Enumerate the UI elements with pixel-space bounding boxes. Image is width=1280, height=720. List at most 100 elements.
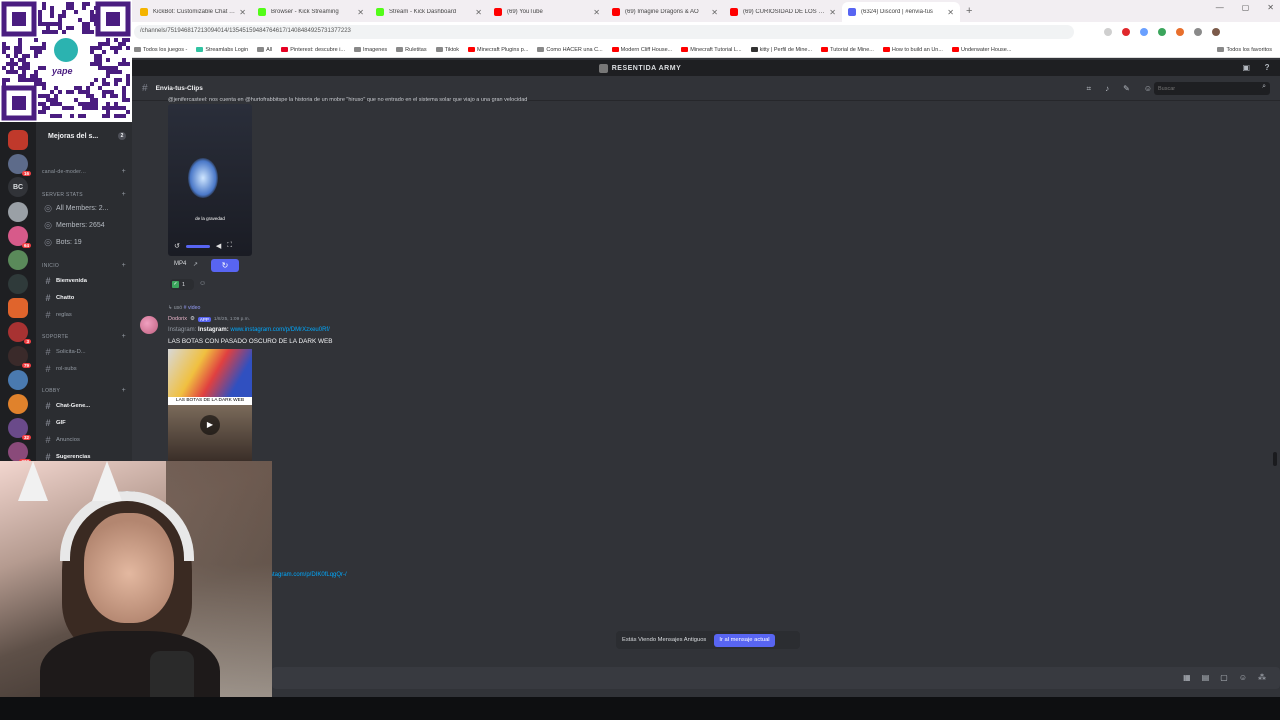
add-channel-icon[interactable]: + <box>122 387 126 394</box>
channel-item[interactable]: # Bienvenida <box>42 273 130 288</box>
bookmark-item[interactable]: Imagenes <box>354 47 387 53</box>
avatar[interactable] <box>140 316 158 334</box>
minimize-icon[interactable]: — <box>1216 3 1224 12</box>
close-window-icon[interactable]: ✕ <box>1267 3 1274 12</box>
server-icon-purple2[interactable]: 222 <box>8 442 31 464</box>
browser-tab[interactable]: (69) YouTube ✕ <box>488 2 606 22</box>
add-reaction-icon[interactable]: ☺ <box>199 280 206 287</box>
channel-item[interactable]: # Anuncios <box>42 432 130 447</box>
server-icon-purple[interactable]: 32 <box>8 418 31 440</box>
video-attachment[interactable]: de la gravedad ↺ ◀ ⛶ <box>168 104 252 256</box>
bookmark-item[interactable]: All <box>257 47 272 53</box>
bookmark-item[interactable]: Minecraft Tutorial L... <box>681 47 742 53</box>
reaction-checkmark[interactable]: ✓ 1 <box>170 279 194 290</box>
jump-to-present-button[interactable]: Ir al mensaje actual <box>714 633 775 647</box>
bookmark-item[interactable]: Minecraft Plugins p... <box>468 47 528 53</box>
instagram-link[interactable]: www.instagram.com/p/DMrXzxeu0Rf/ <box>230 327 329 333</box>
browser-tab[interactable]: (69) CURIOSIDAD DE LOS ORI ✕ <box>724 2 842 22</box>
instagram-link-2[interactable]: stagram.com/p/DIK0fLqgQr-/ <box>270 572 347 578</box>
browser-tab[interactable]: (69) Imagine Dragons & AO ✕ <box>606 2 724 22</box>
channel-item[interactable]: # Chatto <box>42 290 130 305</box>
channel-category[interactable]: canal-de-moder... + <box>42 164 130 179</box>
server-icon-orange2[interactable] <box>8 394 28 414</box>
apps-icon[interactable]: ⁂ <box>1258 673 1266 682</box>
server-icon-mod[interactable]: 16 <box>8 154 31 176</box>
channel-item[interactable]: ◎ Members: 2654 <box>42 218 130 233</box>
tab-close-icon[interactable]: ✕ <box>475 8 482 17</box>
channel-category[interactable]: SOPORTE + <box>42 329 130 344</box>
refresh-button[interactable]: ↻ <box>211 259 239 272</box>
extension-icon[interactable] <box>1194 28 1202 36</box>
add-channel-icon[interactable]: + <box>122 333 126 340</box>
bookmark-item[interactable]: kitty | Perfil de Mine... <box>750 47 812 53</box>
bookmark-item[interactable]: Pinterest: descubre i... <box>281 47 345 53</box>
extension-icon[interactable] <box>1158 28 1166 36</box>
channel-category[interactable]: LOBBY + <box>42 383 130 398</box>
maximize-icon[interactable]: ▢ <box>1242 3 1250 12</box>
browser-tab[interactable]: Browser - Kick Streaming ✕ <box>252 2 370 22</box>
bookmark-item[interactable]: Todos los juegos - <box>134 47 187 53</box>
pin-icon[interactable]: ✎ <box>1123 84 1130 94</box>
gif-icon[interactable]: ▤ <box>1202 673 1210 682</box>
bookmark-item[interactable]: Streamlabs Login <box>196 47 248 53</box>
server-icon-red[interactable] <box>8 130 28 150</box>
extension-icon[interactable] <box>1176 28 1184 36</box>
scrollbar[interactable] <box>1273 452 1277 466</box>
play-icon[interactable]: ▶ <box>200 415 220 435</box>
channel-item[interactable]: ◎ Bots: 19 <box>42 235 130 250</box>
video-thumbnail[interactable]: LAS BOTAS DE LA DARK WEB ▶ <box>168 349 252 461</box>
tab-close-icon[interactable]: ✕ <box>829 8 836 17</box>
server-icon-pink[interactable]: 64 <box>8 226 31 248</box>
volume-icon[interactable]: ◀ <box>216 242 221 250</box>
extension-icon[interactable] <box>1140 28 1148 36</box>
gift-icon[interactable]: ▦ <box>1183 673 1191 682</box>
bookmark-item[interactable]: Ruletitas <box>396 47 427 53</box>
search-input[interactable] <box>1154 82 1270 95</box>
channel-category[interactable]: SERVER STATS + <box>42 187 130 202</box>
bookmark-item[interactable]: How to build an Un... <box>882 47 943 53</box>
replay-icon[interactable]: ↺ <box>174 242 180 250</box>
browser-tab[interactable]: Stream - Kick Dashboard ✕ <box>370 2 488 22</box>
add-channel-icon[interactable]: + <box>122 191 126 198</box>
url-field[interactable]: /channels/751946817213094014/13545159484… <box>134 25 1074 39</box>
channel-item[interactable]: ◎ All Members: 2... <box>42 201 130 216</box>
server-icon-dark[interactable] <box>8 274 28 294</box>
bookmark-item[interactable]: Underwater House... <box>951 47 1011 53</box>
bookmark-item[interactable]: Tiktok <box>435 47 459 53</box>
help-icon[interactable]: ? <box>1265 63 1270 72</box>
bell-icon[interactable]: ♪ <box>1105 84 1109 94</box>
server-icon-orange[interactable] <box>8 298 28 318</box>
tab-close-icon[interactable]: ✕ <box>593 8 600 17</box>
server-icon-green[interactable] <box>8 250 28 270</box>
tab-close-icon[interactable]: ✕ <box>711 8 718 17</box>
emoji-icon[interactable]: ☺ <box>1239 673 1247 682</box>
channel-item[interactable]: # GIF <box>42 415 130 430</box>
channel-item[interactable]: # Solicita-D... <box>42 344 130 359</box>
server-icon-dark2[interactable]: 79 <box>8 346 31 368</box>
browser-tab[interactable]: (6324) Discord | #envia-tus ✕ <box>842 2 960 22</box>
bookmark-item[interactable]: Como HACER una C... <box>537 47 603 53</box>
tab-close-icon[interactable]: ✕ <box>947 8 954 17</box>
reply-link[interactable]: # video <box>184 305 201 311</box>
profile-avatar-icon[interactable] <box>1212 28 1220 36</box>
channel-item[interactable]: # reglas <box>42 307 130 322</box>
all-bookmarks-folder[interactable]: Todos los favoritos <box>1217 47 1280 53</box>
channel-item[interactable]: # rol-subs <box>42 361 130 376</box>
opera-icon[interactable] <box>1122 28 1130 36</box>
volume-slider[interactable] <box>185 244 210 248</box>
new-tab-button[interactable]: + <box>966 5 972 17</box>
sticker-icon[interactable]: ▢ <box>1220 673 1228 682</box>
channel-item[interactable]: # Chat-Gene... <box>42 398 130 413</box>
fullscreen-icon[interactable]: ⛶ <box>227 242 232 250</box>
threads-icon[interactable]: ⌗ <box>1087 84 1092 94</box>
bookmark-item[interactable]: Modern Cliff House... <box>611 47 672 53</box>
external-link-icon[interactable]: ↗ <box>193 261 198 268</box>
add-channel-icon[interactable]: + <box>122 262 126 269</box>
server-icon-red2[interactable]: 3 <box>8 322 31 344</box>
server-icon-bc[interactable]: BC <box>8 177 28 197</box>
tab-close-icon[interactable]: ✕ <box>357 8 364 17</box>
members-icon[interactable]: ☺ <box>1144 84 1152 94</box>
server-icon-gray[interactable] <box>8 202 28 222</box>
add-channel-icon[interactable]: + <box>122 168 126 175</box>
message-composer[interactable] <box>272 667 1280 689</box>
